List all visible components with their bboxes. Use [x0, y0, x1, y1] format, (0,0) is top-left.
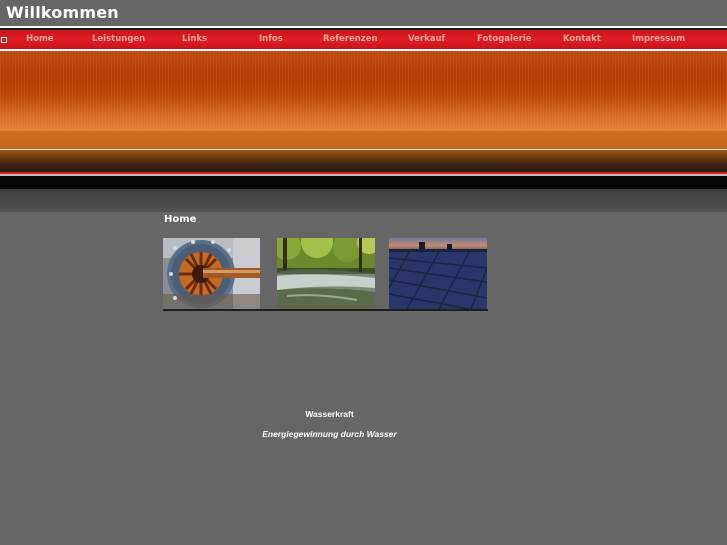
- banner-dark-band: [0, 150, 727, 172]
- caption-subtitle: Energiegewinnung durch Wasser: [262, 429, 397, 439]
- solar-panel-photo[interactable]: [389, 238, 487, 309]
- nav-item-links[interactable]: Links: [182, 34, 207, 44]
- nav-item-referenzen[interactable]: Referenzen: [323, 34, 378, 44]
- nav-item-verkauf[interactable]: Verkauf: [408, 34, 445, 44]
- header-bar: Willkommen: [0, 0, 727, 26]
- banner-black-band: [0, 176, 727, 189]
- gallery-underline: [163, 309, 488, 311]
- page-heading: Home: [164, 214, 197, 225]
- content-top-band: [0, 189, 727, 212]
- nav-square-icon: [1, 37, 7, 43]
- nav-item-home[interactable]: Home: [26, 34, 54, 44]
- nav-item-impressum[interactable]: Impressum: [632, 34, 685, 44]
- site-title: Willkommen: [6, 3, 119, 22]
- nav-item-leistungen[interactable]: Leistungen: [92, 34, 145, 44]
- turbine-photo[interactable]: [163, 238, 260, 309]
- banner-band: [0, 131, 727, 149]
- header-banner: [0, 51, 727, 131]
- caption-title: Wasserkraft: [305, 409, 354, 419]
- river-photo[interactable]: [277, 238, 375, 309]
- main-navigation: Home Leistungen Links Infos Referenzen V…: [0, 30, 727, 49]
- nav-item-infos[interactable]: Infos: [259, 34, 283, 44]
- nav-item-fotogalerie[interactable]: Fotogalerie: [477, 34, 532, 44]
- nav-item-kontakt[interactable]: Kontakt: [563, 34, 601, 44]
